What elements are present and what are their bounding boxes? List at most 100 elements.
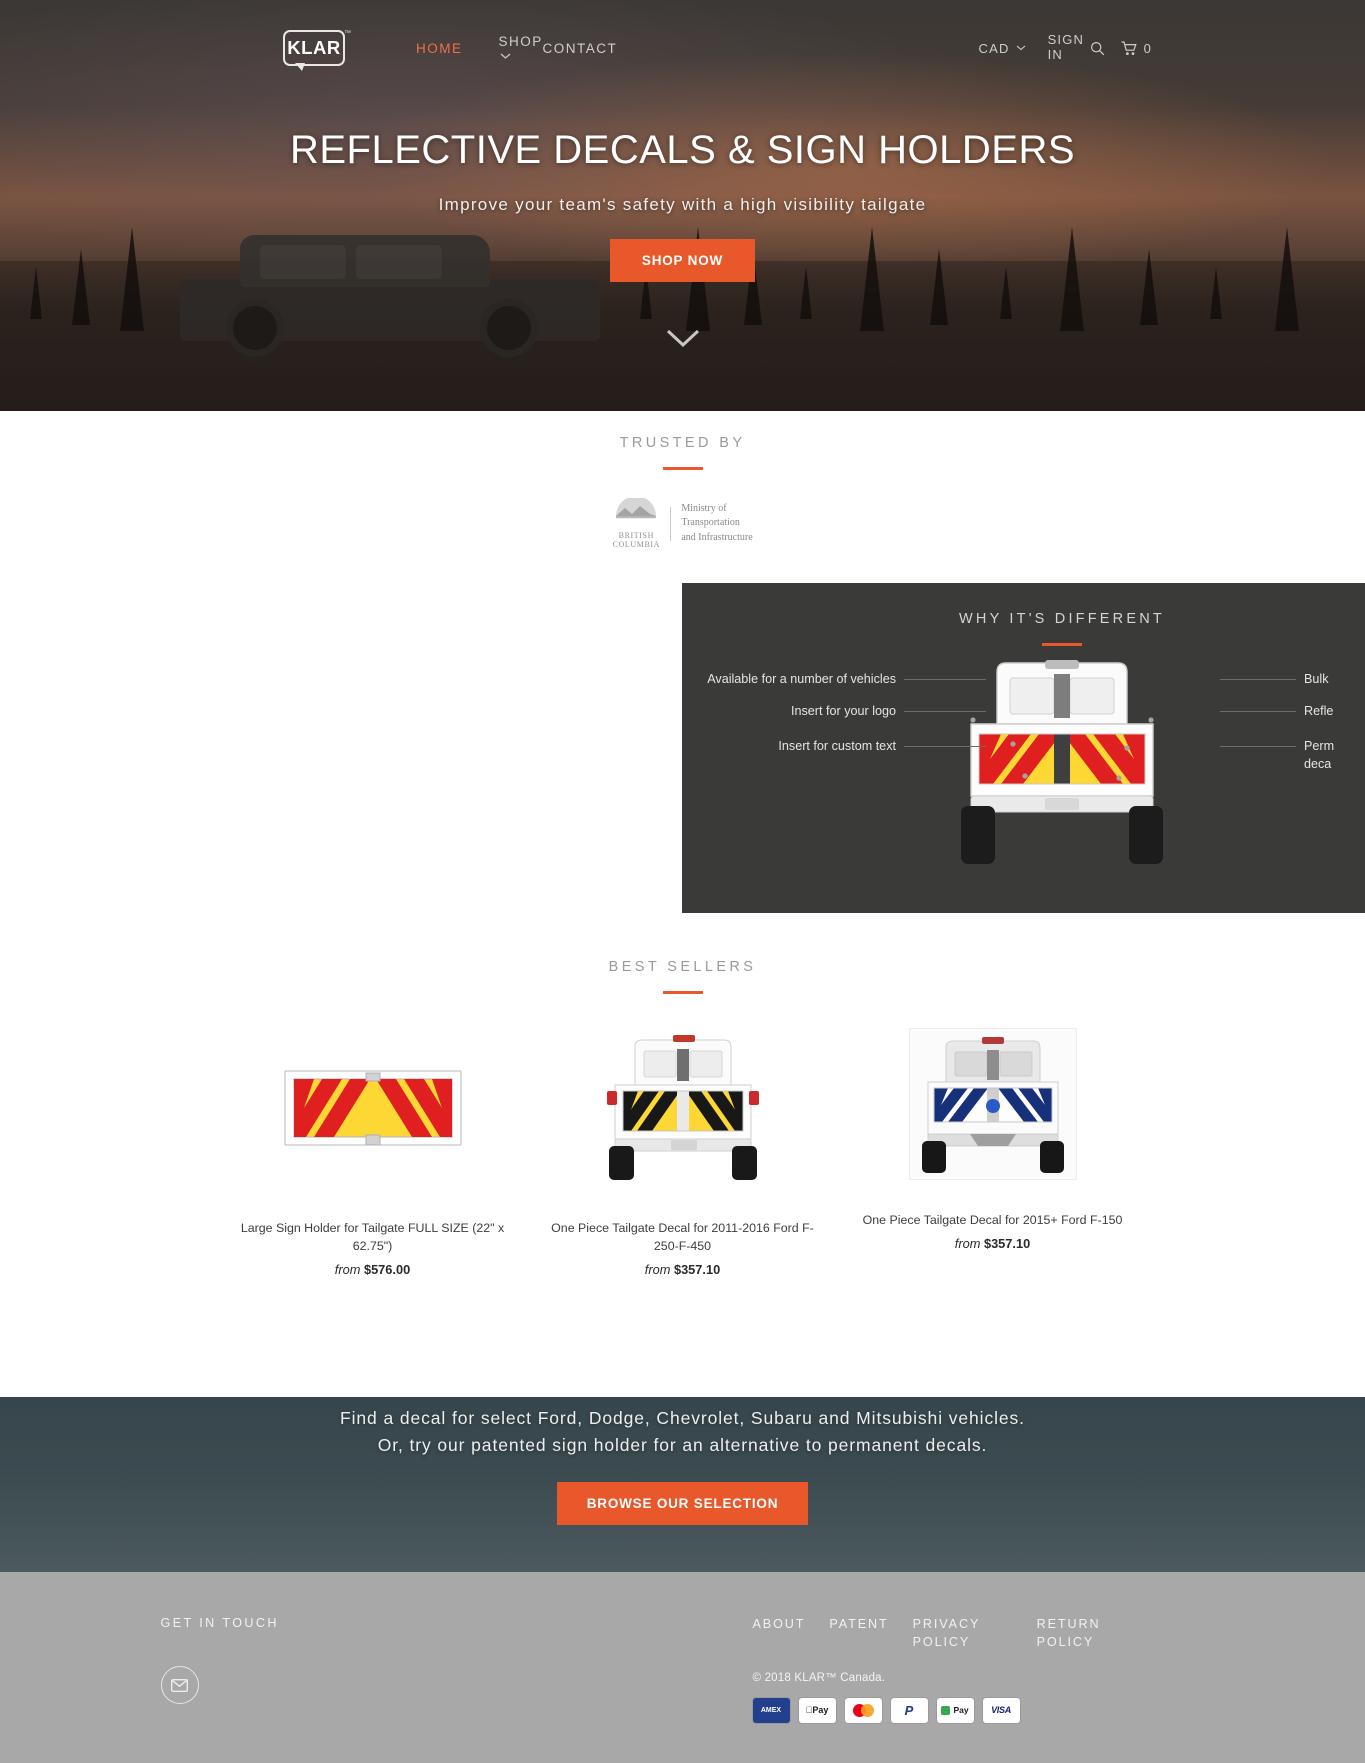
why-label-left-2: Insert for your logo	[791, 704, 896, 719]
why-label-left-1: Available for a number of vehicles	[707, 672, 896, 687]
truck-decal-yellow-black-icon	[606, 1035, 759, 1181]
leader-line	[904, 746, 986, 748]
footer-link-privacy-policy[interactable]: PRIVACY POLICY	[913, 1616, 985, 1651]
product-title: One Piece Tailgate Decal for 2011-2016 F…	[551, 1221, 814, 1254]
site-footer: GET IN TOUCH ABOUT PATENT PRIVACY POLICY…	[0, 1572, 1365, 1763]
why-label-right-1: Bulk	[1304, 672, 1329, 687]
why-different-title: WHY IT'S DIFFERENT	[959, 611, 1165, 628]
ministry-line1: Ministry of	[681, 502, 727, 514]
nav-item-home[interactable]: HOME	[398, 41, 481, 56]
trusted-by-section: TRUSTED BY BRITISH COLUMBIA Ministry of …	[0, 411, 1365, 549]
product-card[interactable]: One Piece Tailgate Decal for 2011-2016 F…	[528, 1028, 838, 1277]
currency-selector[interactable]: CAD	[971, 41, 1034, 56]
product-title: Large Sign Holder for Tailgate FULL SIZE…	[240, 1221, 505, 1254]
mastercard-icon	[844, 1697, 882, 1723]
return-policy-line1: RETURN	[1036, 1617, 1101, 1632]
price-value: $357.10	[983, 1236, 1031, 1252]
cta-line-1: Find a decal for select Ford, Dodge, Che…	[340, 1408, 1025, 1429]
divider-rule	[662, 467, 703, 470]
product-image	[538, 1028, 828, 1188]
footer-links-column: ABOUT PATENT PRIVACY POLICY RETURN POLIC…	[563, 1616, 1233, 1723]
google-pay-icon: Pay	[936, 1697, 974, 1723]
product-image	[228, 1028, 518, 1188]
footer-link-patent[interactable]: PATENT	[829, 1616, 888, 1634]
product-card[interactable]: Large Sign Holder for Tailgate FULL SIZE…	[218, 1028, 528, 1277]
price-value: $357.10	[673, 1262, 721, 1278]
ministry-line2: Transportation	[681, 517, 740, 529]
divider-rule	[1042, 643, 1082, 647]
hero-banner: KLAR ™ HOME SHOP CONTACT CAD SIGN IN 0 R…	[0, 0, 1365, 411]
why-label-right-3a: Perm	[1304, 739, 1335, 754]
cta-section: Find a decal for select Ford, Dodge, Che…	[0, 1397, 1365, 1573]
price-value: $576.00	[363, 1262, 411, 1278]
search-icon	[1090, 41, 1104, 55]
why-different-diagram: Available for a number of vehicles Inser…	[682, 652, 1365, 890]
site-header: KLAR ™ HOME SHOP CONTACT CAD SIGN IN 0	[0, 0, 1365, 96]
leader-line	[904, 711, 986, 713]
amex-icon: AMEX	[752, 1697, 790, 1723]
footer-link-return-policy[interactable]: RETURN POLICY	[1037, 1616, 1109, 1651]
bc-province-line2: COLUMBIA	[612, 540, 661, 550]
product-price: from $357.10	[848, 1236, 1138, 1251]
hero-title: REFLECTIVE DECALS & SIGN HOLDERS	[289, 128, 1076, 172]
bc-ministry-logo: BRITISH COLUMBIA Ministry of Transportat…	[612, 496, 753, 550]
why-label-right-2: Refle	[1304, 704, 1334, 719]
visa-icon: VISA	[982, 1697, 1020, 1723]
leader-line	[1220, 711, 1296, 713]
copyright-text: © 2018 KLAR™ Canada.	[752, 1671, 886, 1684]
leader-line	[904, 679, 986, 681]
product-image	[908, 1028, 1077, 1181]
truck-rear-illustration	[961, 660, 1163, 865]
brand-logo[interactable]: KLAR ™	[283, 30, 351, 71]
why-different-section: WHY IT'S DIFFERENT Available for a numbe…	[0, 583, 1365, 914]
why-different-panel: WHY IT'S DIFFERENT Available for a numbe…	[682, 583, 1365, 914]
truck-decal-blue-white-icon	[921, 1037, 1064, 1174]
bc-crest-icon: BRITISH COLUMBIA	[612, 496, 661, 550]
browse-selection-button[interactable]: BROWSE OUR SELECTION	[556, 1481, 809, 1525]
return-policy-line2: POLICY	[1036, 1634, 1095, 1649]
cart-icon	[1121, 40, 1137, 55]
cart-count: 0	[1143, 40, 1152, 56]
apple-pay-label: Pay	[808, 1705, 828, 1716]
paypal-icon: P	[890, 1697, 928, 1723]
scroll-down-button[interactable]	[0, 329, 1365, 353]
email-link[interactable]	[160, 1666, 199, 1705]
brand-logo-text: KLAR	[287, 37, 341, 58]
shop-now-button[interactable]: SHOP NOW	[609, 239, 756, 282]
footer-contact-column: GET IN TOUCH	[133, 1616, 563, 1722]
ministry-line3: and Infrastructure	[681, 531, 753, 543]
chevron-down-icon	[1016, 45, 1025, 51]
currency-label: CAD	[978, 40, 1010, 56]
divider-rule	[662, 991, 703, 995]
leader-line	[1220, 746, 1296, 748]
header-utilities: CAD SIGN IN 0	[971, 32, 1161, 63]
best-sellers-title: BEST SELLERS	[608, 959, 757, 976]
sign-in-link[interactable]: SIGN IN	[1034, 32, 1083, 63]
price-prefix: from	[334, 1262, 361, 1278]
best-sellers-section: BEST SELLERS Large Sign Holder for Tailg…	[0, 959, 1365, 1277]
cart-button[interactable]: 0	[1113, 41, 1160, 56]
brand-logo-tm: ™	[344, 30, 351, 37]
why-label-left-3: Insert for custom text	[778, 739, 896, 754]
nav-item-contact[interactable]: CONTACT	[525, 41, 636, 56]
envelope-icon	[171, 1678, 188, 1692]
payment-methods: AMEX Pay P Pay VISA	[752, 1697, 1233, 1723]
get-in-touch-heading: GET IN TOUCH	[160, 1616, 279, 1631]
footer-link-list: ABOUT PATENT PRIVACY POLICY RETURN POLIC…	[753, 1616, 1233, 1651]
footer-link-about[interactable]: ABOUT	[753, 1616, 806, 1634]
search-button[interactable]	[1082, 41, 1113, 56]
privacy-policy-line2: POLICY	[912, 1634, 971, 1649]
bc-ministry-text: Ministry of Transportation and Infrastru…	[681, 502, 752, 546]
logo-divider	[670, 506, 672, 541]
product-price: from $576.00	[228, 1262, 518, 1277]
product-title: One Piece Tailgate Decal for 2015+ Ford …	[862, 1213, 1123, 1228]
sign-holder-chevron-icon	[284, 1070, 461, 1146]
leader-line	[1220, 679, 1296, 681]
amex-label: AMEX	[760, 1706, 782, 1714]
product-price: from $357.10	[538, 1262, 828, 1277]
chevron-down-icon	[666, 329, 699, 348]
product-card[interactable]: One Piece Tailgate Decal for 2015+ Ford …	[838, 1028, 1148, 1277]
main-navigation: HOME SHOP CONTACT	[398, 34, 636, 59]
trusted-by-title: TRUSTED BY	[619, 435, 746, 451]
apple-pay-icon: Pay	[798, 1697, 836, 1723]
